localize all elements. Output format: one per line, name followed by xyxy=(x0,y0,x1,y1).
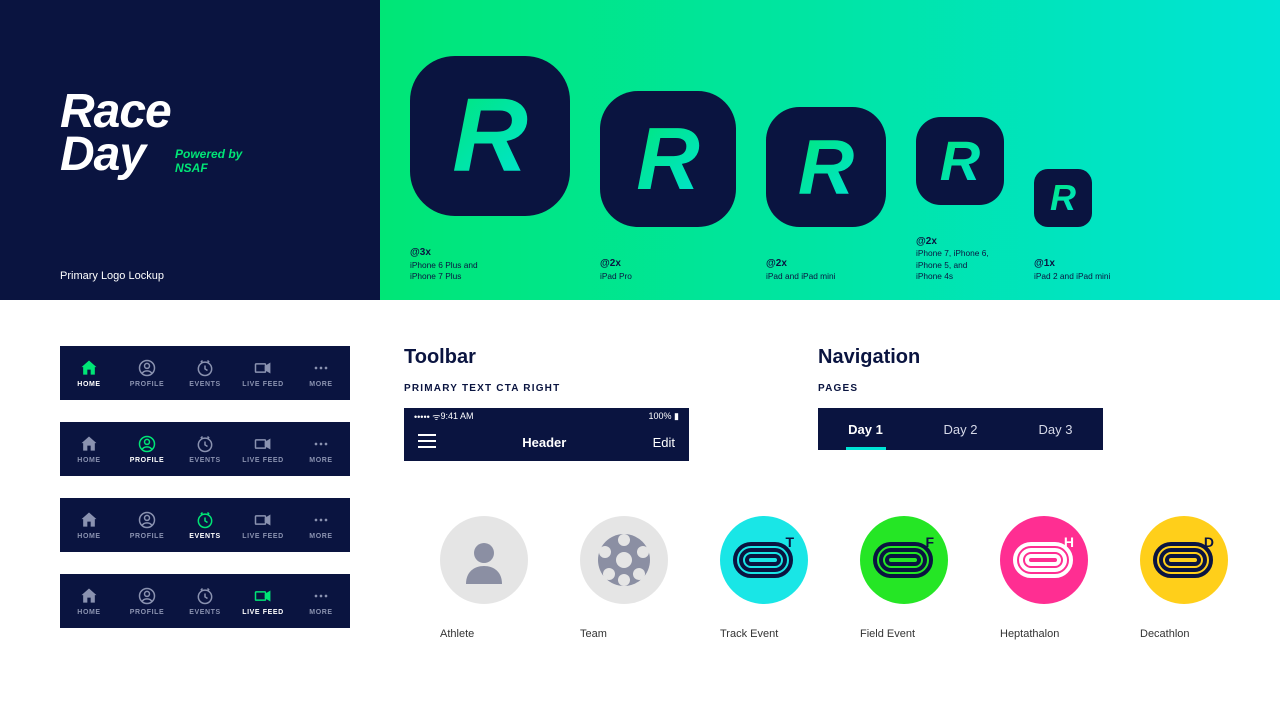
badge-label: Team xyxy=(580,628,674,640)
navigation-subheading: PAGES xyxy=(818,383,1220,394)
app-icon-2x-ipad: R @2xiPad and iPad mini xyxy=(766,107,886,282)
tab-day-3[interactable]: Day 3 xyxy=(1008,408,1103,450)
tab-profile[interactable]: PROFILE xyxy=(118,498,176,552)
track-icon: F xyxy=(860,516,948,604)
toolbar-heading: Toolbar xyxy=(404,346,764,369)
tab-events[interactable]: EVENTS xyxy=(176,574,234,628)
battery-status: 100% ▮ xyxy=(649,411,679,422)
tab-events[interactable]: EVENTS xyxy=(176,422,234,476)
tab-home[interactable]: HOME xyxy=(60,422,118,476)
phone-toolbar: ••••• ᯤ 9:41 AM 100% ▮ Header Edit xyxy=(404,408,689,461)
badge-label: Track Event xyxy=(720,628,814,640)
app-icon: R xyxy=(410,56,570,216)
badge-row: Athlete Team T Track Event F Field Event H Hept… xyxy=(440,516,1234,640)
tab-home[interactable]: HOME xyxy=(60,498,118,552)
badge-field-event: F Field Event xyxy=(860,516,954,640)
track-icon: T xyxy=(720,516,808,604)
tabbar-examples: HOMEPROFILEEVENTSLIVE FEEDMORE HOMEPROFI… xyxy=(60,346,350,628)
tabbar-events-active: HOMEPROFILEEVENTSLIVE FEEDMORE xyxy=(60,498,350,552)
badge-athlete: Athlete xyxy=(440,516,534,640)
tab-live-feed[interactable]: LIVE FEED xyxy=(234,498,292,552)
tab-more[interactable]: MORE xyxy=(292,346,350,400)
tabbar-livefeed-active: HOMEPROFILEEVENTSLIVE FEEDMORE xyxy=(60,574,350,628)
logo-powered-by: Powered by NSAF xyxy=(175,148,242,176)
badge-team: Team xyxy=(580,516,674,640)
badge-letter: H xyxy=(1064,534,1074,550)
badge-label: Decathlon xyxy=(1140,628,1234,640)
badge-letter: F xyxy=(925,534,934,550)
toolbar-title: Header xyxy=(522,435,566,450)
tab-live-feed[interactable]: LIVE FEED xyxy=(234,422,292,476)
tab-home[interactable]: HOME xyxy=(60,346,118,400)
hamburger-icon[interactable] xyxy=(418,434,436,451)
app-icon-3x: R @3xiPhone 6 Plus and iPhone 7 Plus xyxy=(410,56,570,282)
tab-events[interactable]: EVENTS xyxy=(176,346,234,400)
app-icon: R xyxy=(916,117,1004,205)
app-icon-1x: R @1xiPad 2 and iPad mini xyxy=(1034,169,1110,282)
badge-decathlon: D Decathlon xyxy=(1140,516,1234,640)
app-icon: R xyxy=(766,107,886,227)
logo-word-day: Day xyxy=(60,128,145,181)
track-icon: D xyxy=(1140,516,1228,604)
navigation-heading: Navigation xyxy=(818,346,1220,369)
tab-events[interactable]: EVENTS xyxy=(176,498,234,552)
tab-more[interactable]: MORE xyxy=(292,422,350,476)
badge-letter: D xyxy=(1204,534,1214,550)
status-time: 9:41 AM xyxy=(440,411,473,421)
tab-profile[interactable]: PROFILE xyxy=(118,346,176,400)
tab-live-feed[interactable]: LIVE FEED xyxy=(234,574,292,628)
badge-heptathalon: H Heptathalon xyxy=(1000,516,1094,640)
hero-logo-panel: Race Day Powered by NSAF Primary Logo Lo… xyxy=(0,0,380,300)
badge-track-event: T Track Event xyxy=(720,516,814,640)
badge-label: Heptathalon xyxy=(1000,628,1094,640)
tab-more[interactable]: MORE xyxy=(292,574,350,628)
toolbar-subheading: PRIMARY TEXT CTA RIGHT xyxy=(404,383,764,394)
tab-profile[interactable]: PROFILE xyxy=(118,422,176,476)
app-icon-2x-ipadpro: R @2xiPad Pro xyxy=(600,91,736,282)
tab-day-2[interactable]: Day 2 xyxy=(913,408,1008,450)
tabbar-profile-active: HOMEPROFILEEVENTSLIVE FEEDMORE xyxy=(60,422,350,476)
badge-label: Field Event xyxy=(860,628,954,640)
tabbar-home-active: HOMEPROFILEEVENTSLIVE FEEDMORE xyxy=(60,346,350,400)
tab-home[interactable]: HOME xyxy=(60,574,118,628)
app-icon: R xyxy=(600,91,736,227)
tab-profile[interactable]: PROFILE xyxy=(118,574,176,628)
tab-more[interactable]: MORE xyxy=(292,498,350,552)
logo-caption: Primary Logo Lockup xyxy=(60,270,164,282)
signal-icon: ••••• ᯤ xyxy=(414,410,440,423)
edit-button[interactable]: Edit xyxy=(653,435,675,450)
app-icon: R xyxy=(1034,169,1092,227)
team-icon xyxy=(580,516,668,604)
tab-live-feed[interactable]: LIVE FEED xyxy=(234,346,292,400)
athlete-icon xyxy=(440,516,528,604)
hero: Race Day Powered by NSAF Primary Logo Lo… xyxy=(0,0,1280,300)
day-tabs: Day 1 Day 2 Day 3 xyxy=(818,408,1103,450)
badge-letter: T xyxy=(785,534,794,550)
app-icon-2x-iphone: R @2xiPhone 7, iPhone 6, iPhone 5, and i… xyxy=(916,117,1004,282)
badge-label: Athlete xyxy=(440,628,534,640)
app-icon-showcase: R @3xiPhone 6 Plus and iPhone 7 Plus R @… xyxy=(380,0,1280,300)
track-icon: H xyxy=(1000,516,1088,604)
tab-day-1[interactable]: Day 1 xyxy=(818,408,913,450)
